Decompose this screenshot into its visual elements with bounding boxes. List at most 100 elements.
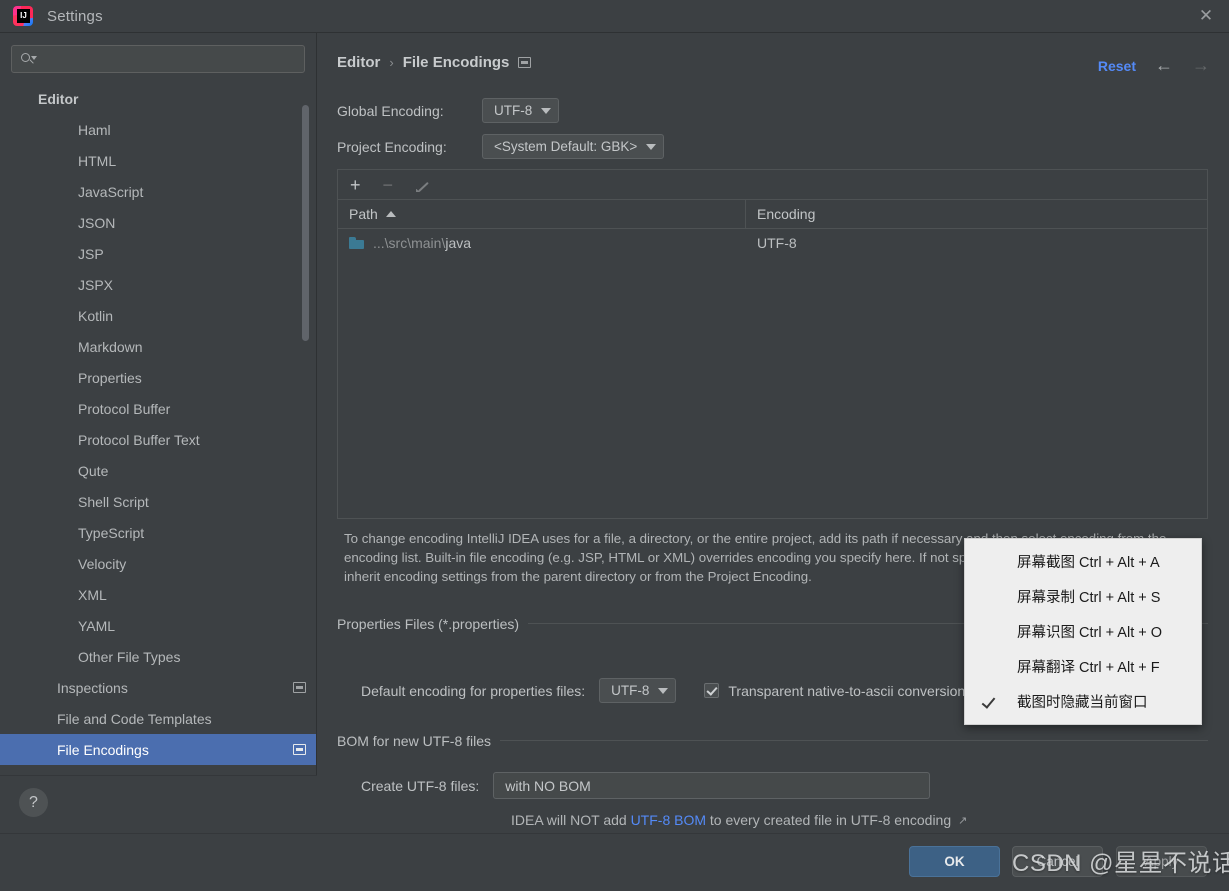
column-header-encoding-label: Encoding: [757, 206, 816, 222]
sidebar-item-label: Protocol Buffer Text: [78, 431, 200, 448]
watermark: CSDN @星星不说话01: [1012, 850, 1229, 877]
global-encoding-combo[interactable]: UTF-8: [482, 98, 560, 123]
sidebar-item-label: JavaScript: [78, 183, 144, 200]
help-button[interactable]: ?: [19, 788, 48, 817]
sidebar-item-velocity[interactable]: Velocity: [0, 548, 316, 579]
project-encoding-row: Project Encoding: <System Default: GBK>: [337, 134, 665, 159]
settings-search-box[interactable]: [11, 45, 305, 73]
table-row[interactable]: ...\src\main\java UTF-8: [338, 229, 1207, 257]
sidebar-item-typescript[interactable]: TypeScript: [0, 517, 316, 548]
sidebar-item-label: Kotlin: [78, 307, 114, 324]
sidebar-item-label: TypeScript: [78, 524, 145, 541]
back-arrow-icon[interactable]: ←: [1155, 55, 1173, 76]
global-encoding-label: Global Encoding:: [337, 102, 444, 119]
sidebar-item-other-file-types[interactable]: Other File Types: [0, 641, 316, 672]
sidebar-item-label: Protocol Buffer: [78, 400, 171, 417]
copy-settings-icon[interactable]: [293, 744, 306, 755]
popup-menu-item-5[interactable]: 截图时隐藏当前窗口: [965, 684, 1201, 719]
popup-menu-item-label: 屏幕翻译 Ctrl + Alt + F: [1017, 660, 1160, 676]
sidebar-item-label: Properties: [78, 369, 142, 386]
sidebar-item-haml[interactable]: Haml: [0, 114, 316, 145]
sidebar-item-label: XML: [78, 586, 107, 603]
sidebar-scrollbar-thumb[interactable]: [302, 105, 309, 341]
settings-tree: Editor Haml HTML JavaScript JSON JSP JSPX Kotli…: [0, 83, 316, 820]
encodings-table-panel: + − Path Encoding ...\src\main\java UTF-…: [337, 169, 1208, 519]
sidebar-item-label: Shell Script: [78, 493, 149, 510]
popup-menu-item-1[interactable]: 屏幕截图 Ctrl + Alt + A: [965, 544, 1201, 579]
bom-section-title: BOM for new UTF-8 files: [337, 733, 501, 749]
table-cell-encoding: UTF-8: [757, 235, 797, 251]
chevron-down-icon: [646, 143, 657, 150]
header-actions: Reset ← →: [1098, 55, 1210, 76]
table-cell-path: ...\src\main\java: [338, 229, 746, 257]
transparent-conversion-checkbox[interactable]: [704, 683, 720, 698]
bom-note-link[interactable]: UTF-8 BOM: [631, 812, 706, 828]
ok-button[interactable]: OK: [909, 846, 1000, 877]
intellij-idea-logo-icon: [13, 6, 33, 26]
popup-menu-item-4[interactable]: 屏幕翻译 Ctrl + Alt + F: [965, 649, 1201, 684]
sidebar-item-inspections[interactable]: Inspections: [0, 672, 316, 703]
properties-section-title: Properties Files (*.properties): [337, 616, 529, 632]
sidebar-item-shell-script[interactable]: Shell Script: [0, 486, 316, 517]
sidebar-item-editor[interactable]: Editor: [0, 83, 316, 114]
reset-link[interactable]: Reset: [1098, 58, 1136, 74]
properties-encoding-label: Default encoding for properties files:: [361, 682, 586, 699]
transparent-conversion-checkbox-row[interactable]: Transparent native-to-ascii conversion: [704, 683, 965, 699]
popup-menu-item-2[interactable]: 屏幕录制 Ctrl + Alt + S: [965, 579, 1201, 614]
project-encoding-value: <System Default: GBK>: [494, 139, 638, 154]
close-icon[interactable]: ✕: [1183, 0, 1229, 32]
popup-menu-item-label: 屏幕识图 Ctrl + Alt + O: [1017, 625, 1163, 641]
sidebar-item-label: Other File Types: [78, 648, 181, 665]
external-link-icon[interactable]: ↗: [958, 814, 967, 827]
sidebar-item-html[interactable]: HTML: [0, 145, 316, 176]
sidebar-item-protocol-buffer-text[interactable]: Protocol Buffer Text: [0, 424, 316, 455]
sidebar-item-jsp[interactable]: JSP: [0, 238, 316, 269]
sidebar-item-javascript[interactable]: JavaScript: [0, 176, 316, 207]
copy-settings-icon[interactable]: [293, 682, 306, 693]
sidebar-item-markdown[interactable]: Markdown: [0, 331, 316, 362]
settings-sidebar: Editor Haml HTML JavaScript JSON JSP JSPX Kotli…: [0, 33, 317, 833]
sidebar-item-yaml[interactable]: YAML: [0, 610, 316, 641]
properties-encoding-combo[interactable]: UTF-8: [599, 678, 677, 703]
sidebar-item-label: YAML: [78, 617, 116, 634]
sidebar-item-qute[interactable]: Qute: [0, 455, 316, 486]
column-header-path[interactable]: Path: [338, 200, 746, 228]
breadcrumb-item-editor[interactable]: Editor: [337, 54, 380, 71]
bom-note-suffix: to every created file in UTF-8 encoding: [706, 812, 952, 828]
project-encoding-combo[interactable]: <System Default: GBK>: [482, 134, 665, 159]
popup-menu-item-3[interactable]: 屏幕识图 Ctrl + Alt + O: [965, 614, 1201, 649]
bom-create-combo[interactable]: with NO BOM: [493, 772, 931, 799]
screenshot-tool-popup-menu: 屏幕截图 Ctrl + Alt + A 屏幕录制 Ctrl + Alt + S 屏幕…: [964, 538, 1202, 725]
title-bar: Settings ✕: [0, 0, 1229, 33]
search-input[interactable]: [36, 51, 304, 67]
breadcrumb-item-file-encodings: File Encodings: [402, 54, 510, 71]
popup-menu-item-label: 屏幕录制 Ctrl + Alt + S: [1017, 590, 1161, 606]
sidebar-item-xml[interactable]: XML: [0, 579, 316, 610]
sidebar-item-label: JSON: [78, 214, 116, 231]
sort-ascending-icon: [385, 211, 396, 217]
path-prefix: ...\src\main\: [373, 235, 446, 251]
sidebar-item-properties[interactable]: Properties: [0, 362, 316, 393]
global-encoding-value: UTF-8: [494, 103, 533, 118]
sidebar-item-file-and-code-templates[interactable]: File and Code Templates: [0, 703, 316, 734]
bom-create-value: with NO BOM: [505, 777, 591, 794]
copy-settings-icon[interactable]: [518, 57, 532, 68]
search-icon: [20, 51, 37, 67]
sidebar-item-label: HTML: [78, 152, 117, 169]
add-path-button[interactable]: +: [350, 176, 361, 194]
chevron-down-icon: [658, 687, 669, 694]
column-header-encoding[interactable]: Encoding: [746, 200, 1207, 228]
folder-icon: [349, 237, 365, 250]
sidebar-item-label: JSPX: [78, 276, 114, 293]
bom-note-prefix: IDEA will NOT add: [511, 812, 631, 828]
sidebar-item-json[interactable]: JSON: [0, 207, 316, 238]
sidebar-item-jspx[interactable]: JSPX: [0, 269, 316, 300]
popup-menu-item-label: 屏幕截图 Ctrl + Alt + A: [1017, 555, 1160, 571]
sidebar-item-label: Qute: [78, 462, 109, 479]
table-toolbar: + −: [338, 170, 1207, 200]
sidebar-item-kotlin[interactable]: Kotlin: [0, 300, 316, 331]
sidebar-item-protocol-buffer[interactable]: Protocol Buffer: [0, 393, 316, 424]
sidebar-item-file-encodings[interactable]: File Encodings: [0, 734, 316, 765]
bom-note: IDEA will NOT add UTF-8 BOM to every cre…: [511, 812, 967, 828]
sidebar-footer: ?: [0, 775, 317, 833]
